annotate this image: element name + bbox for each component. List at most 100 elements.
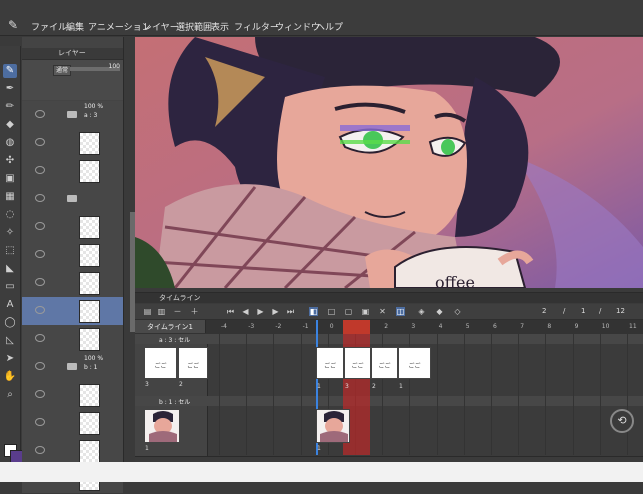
pen-icon[interactable]: ✎ [3,64,17,78]
menu-selection[interactable]: 選択範囲 [176,22,212,34]
assign-cel-icon[interactable]: ▢ [344,307,353,316]
blend-mode-select[interactable]: 通常 [53,65,71,76]
new-timeline-icon[interactable]: ▤ [143,307,152,316]
layer-row[interactable] [22,185,123,214]
menu-animation[interactable]: アニメーション [88,22,151,34]
eye-icon[interactable] [35,418,45,426]
layer-row[interactable] [22,325,123,354]
opacity-value: 100 [108,63,120,70]
layer-row[interactable] [22,409,123,438]
cell-number: 3 [345,383,349,390]
pencil-icon[interactable]: ✏ [3,100,17,114]
prev-frame-icon[interactable]: ◀ [241,307,250,316]
cell-label: ごご [378,363,391,370]
zoom-in-icon[interactable]: ＋ [190,307,199,316]
menu-help[interactable]: ヘルプ [316,22,343,34]
layer-row[interactable] [22,213,123,242]
track-a-cell-2[interactable]: ごご [344,347,371,379]
last-frame-icon[interactable]: ⏭ [286,307,295,316]
play-icon[interactable]: ▶ [256,307,265,316]
eye-icon[interactable] [35,306,45,314]
gradient-icon[interactable]: ▦ [3,190,17,204]
track-a-header[interactable]: a : 3 : セル [135,334,643,344]
edit-timeline-icon[interactable]: ▥ [157,307,166,316]
timeline-panel: タイムライン ▤ ▥ － ＋ ⏮ ◀ ▶ ▶ ⏭ ◧ □ ▢ ▣ ✕ ◫ ◈ ◆… [135,292,643,463]
app-logo-icon[interactable]: ✎ [8,19,22,31]
keyframe-prev-icon[interactable]: ◆ [435,307,444,316]
cell-number: 1 [317,445,321,452]
layer-row[interactable]: 100 % b : 1 [22,353,123,382]
menu-filter[interactable]: フィルター [234,22,279,34]
track-b-header[interactable]: b : 1 : セル [135,396,643,406]
ruler-icon[interactable]: ◺ [3,334,17,348]
layer-opacity: 100 % [84,355,104,362]
fill-icon[interactable]: ▣ [3,172,17,186]
hand-icon[interactable]: ✋ [3,370,17,384]
move-icon[interactable]: ➤ [3,352,17,366]
frame-gridline [219,334,220,455]
track-b-left-cell[interactable] [144,409,180,443]
onion-skin-icon[interactable]: ◧ [309,307,318,316]
wand-icon[interactable]: ✧ [3,226,17,240]
balloon-icon[interactable]: ◯ [3,316,17,330]
brush-icon[interactable]: ✒ [3,82,17,96]
selection-icon[interactable]: ⬚ [3,244,17,258]
light-table-icon[interactable]: ◫ [396,307,405,316]
eraser-icon[interactable]: ◆ [3,118,17,132]
track-a-cell-3[interactable]: ごご [371,347,398,379]
figure-icon[interactable]: ▭ [3,280,17,294]
layer-row[interactable] [22,381,123,410]
airbrush-icon[interactable]: ✣ [3,154,17,168]
eye-icon[interactable] [35,362,45,370]
lasso-icon[interactable]: ◌ [3,208,17,222]
layer-row[interactable] [22,157,123,186]
timeline-name: タイムライン1 [147,323,193,331]
playhead-marker[interactable] [343,320,370,334]
keyframe-icon[interactable]: ◈ [417,307,426,316]
layer-row[interactable] [22,269,123,298]
layer-panel-header: レイヤー [22,48,123,60]
character-thumbnail [317,410,349,442]
new-cel-icon[interactable]: □ [327,307,336,316]
fill-bucket-icon[interactable]: ◣ [3,262,17,276]
timeline-name-select[interactable]: タイムライン1 [135,320,206,333]
menu-view[interactable]: 表示 [211,22,229,34]
eye-icon[interactable] [35,222,45,230]
menu-edit[interactable]: 編集 [66,22,84,34]
layer-row[interactable] [22,241,123,270]
track-a-left-cell-1[interactable]: ごご [144,347,177,379]
menu-window[interactable]: ウィンドウ [275,22,320,34]
delete-cel-icon[interactable]: ✕ [378,307,387,316]
layer-row[interactable] [22,129,123,158]
canvas[interactable]: offee [135,37,643,288]
eye-icon[interactable] [35,138,45,146]
layer-row[interactable]: 100 % a : 3 [22,101,123,130]
next-frame-icon[interactable]: ▶ [271,307,280,316]
keyframe-next-icon[interactable]: ◇ [453,307,462,316]
first-frame-icon[interactable]: ⏮ [226,307,235,316]
layer-row[interactable] [22,297,123,326]
cel-spec-icon[interactable]: ▣ [361,307,370,316]
track-a-cell-4[interactable]: ごご [398,347,431,379]
track-a-left-cell-2[interactable]: ごご [178,347,208,379]
menu-layer[interactable]: レイヤー [143,22,179,34]
track-b-cell[interactable] [316,409,350,443]
eye-icon[interactable] [35,110,45,118]
track-a-cell-1[interactable]: ごご [316,347,344,379]
eyedropper-icon[interactable]: ⌕ [3,388,17,402]
menu-file[interactable]: ファイル [31,22,67,34]
eye-icon[interactable] [35,278,45,286]
eye-icon[interactable] [35,250,45,258]
eye-icon[interactable] [35,334,45,342]
zoom-out-icon[interactable]: － [173,307,182,316]
timeline-toolbar: ▤ ▥ － ＋ ⏮ ◀ ▶ ▶ ⏭ ◧ □ ▢ ▣ ✕ ◫ ◈ ◆ ◇ 2 / … [135,304,643,320]
blend-icon[interactable]: ◍ [3,136,17,150]
timeline-ruler[interactable]: -4-3-2-10123456789101112 [135,320,643,334]
eye-icon[interactable] [35,166,45,174]
eye-icon[interactable] [35,446,45,454]
eye-icon[interactable] [35,390,45,398]
quick-access-icon[interactable]: ⟲ [610,409,634,433]
eye-icon[interactable] [35,194,45,202]
text-icon[interactable]: A [3,298,17,312]
folder-icon [67,363,77,370]
